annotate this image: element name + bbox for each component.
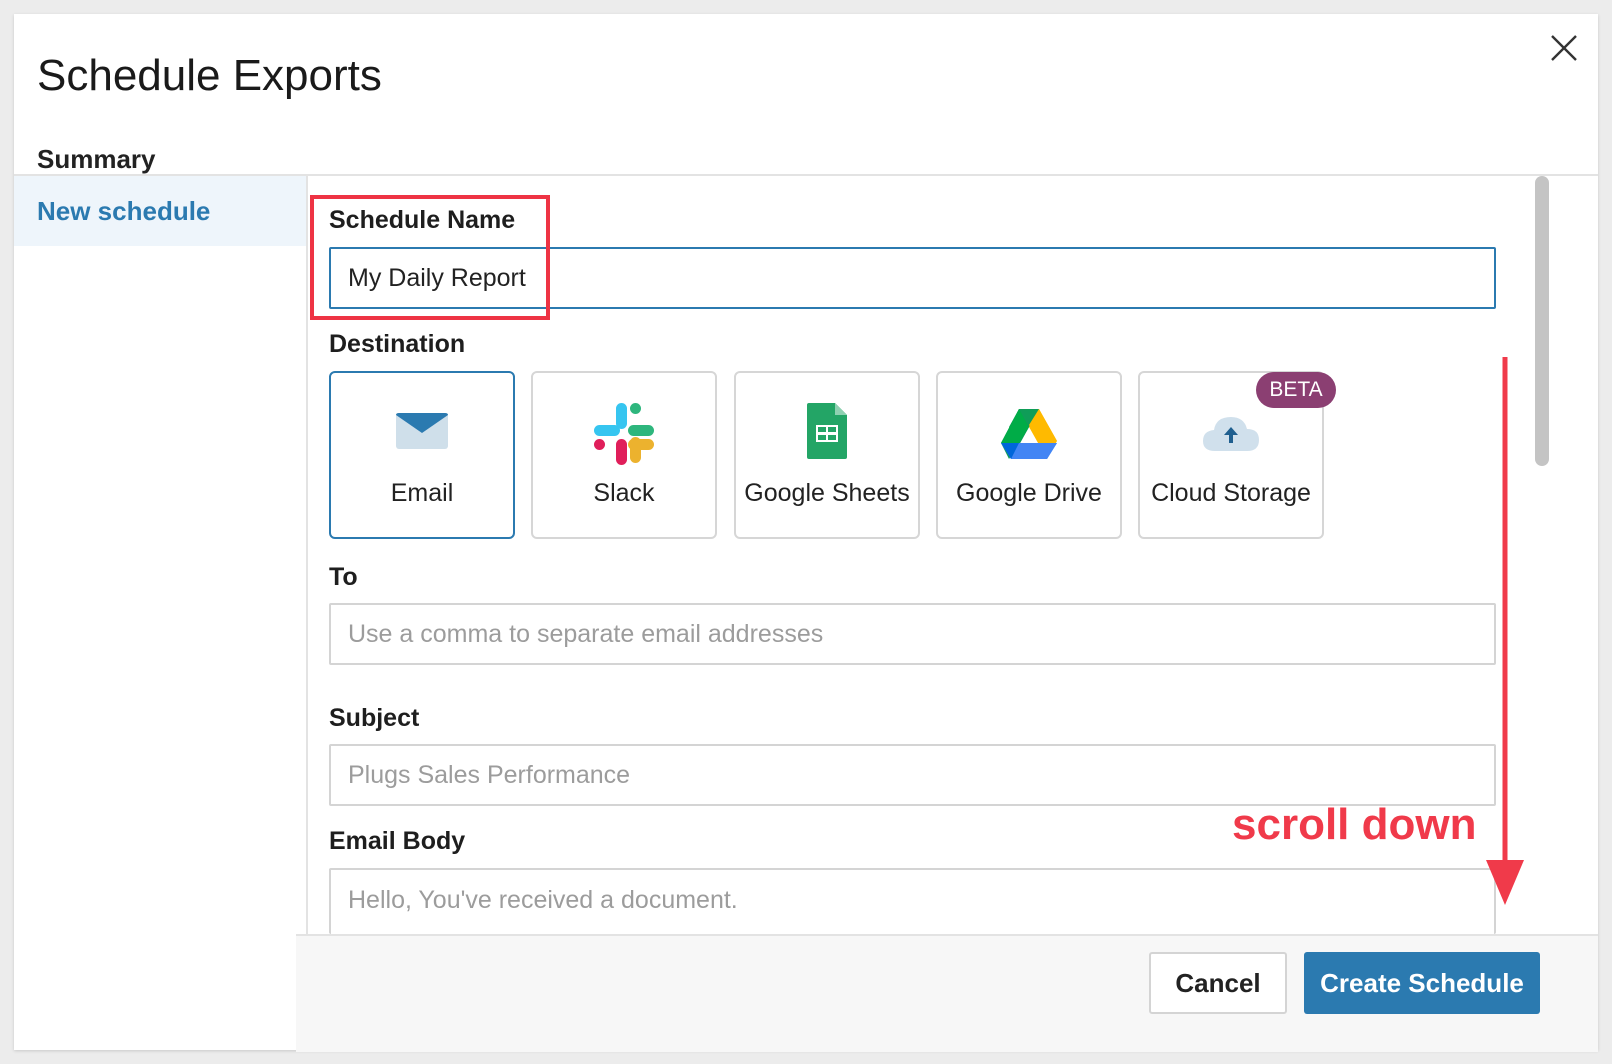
beta-badge: BETA [1256,372,1336,408]
email-body-textarea[interactable]: Hello, You've received a document. [329,868,1496,934]
scroll-down-arrow-icon [1486,357,1524,905]
to-placeholder: Use a comma to separate email addresses [348,619,824,648]
dialog-title: Schedule Exports [37,51,382,100]
destination-slack[interactable]: Slack [531,371,717,539]
schedule-name-input[interactable]: My Daily Report [329,247,1496,309]
sidebar: New schedule [14,176,308,1050]
to-input[interactable]: Use a comma to separate email addresses [329,603,1496,665]
destination-cloud-storage-label: Cloud Storage [1151,479,1311,507]
envelope-icon [396,413,448,449]
destination-google-drive[interactable]: Google Drive [936,371,1122,539]
destination-slack-label: Slack [593,479,655,507]
scroll-down-annotation: scroll down [1232,800,1477,849]
destination-google-sheets-label: Google Sheets [744,479,910,507]
cancel-button[interactable]: Cancel [1149,952,1287,1014]
email-body-placeholder: Hello, You've received a document. [348,886,738,914]
scrollbar-thumb[interactable] [1535,176,1549,466]
destination-google-sheets[interactable]: Google Sheets [734,371,920,539]
to-label: To [329,563,358,591]
subject-input[interactable]: Plugs Sales Performance [329,744,1496,806]
email-body-label: Email Body [329,827,466,855]
destination-google-drive-label: Google Drive [956,479,1102,507]
schedule-name-label: Schedule Name [329,206,516,234]
summary-heading: Summary [37,144,156,174]
destination-email[interactable]: Email [329,371,515,539]
destination-email-label: Email [390,479,454,507]
subject-placeholder: Plugs Sales Performance [348,760,631,789]
slack-icon [594,403,654,465]
subject-label: Subject [329,704,420,732]
google-sheets-icon [807,403,847,459]
destination-label: Destination [329,330,466,358]
schedule-name-value: My Daily Report [348,263,526,292]
cloud-upload-icon [1203,417,1259,451]
google-drive-icon [1001,409,1057,459]
close-icon[interactable] [1546,30,1582,66]
create-schedule-button[interactable]: Create Schedule [1304,952,1540,1014]
sidebar-item-new-schedule[interactable]: New schedule [14,176,306,246]
